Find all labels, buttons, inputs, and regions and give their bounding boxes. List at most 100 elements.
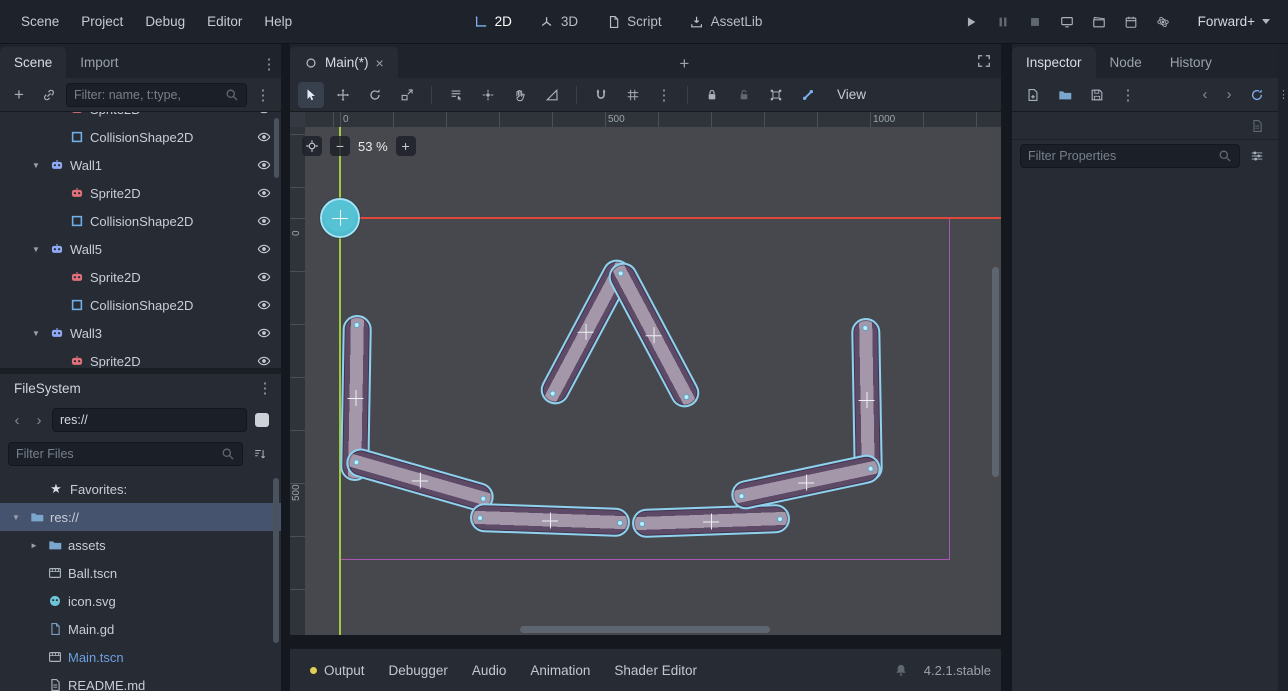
tab-history[interactable]: History	[1156, 47, 1226, 78]
zoom-out-button[interactable]: −	[330, 136, 350, 156]
display-mode-toggle[interactable]	[255, 413, 269, 427]
stop-button[interactable]	[1022, 9, 1048, 35]
collision-handle[interactable]	[867, 465, 874, 472]
filesystem-options-menu[interactable]: ⋮	[253, 374, 277, 402]
scene-node-CollisionShape2D[interactable]: CollisionShape2D	[0, 207, 281, 235]
scene-tree-scrollbar[interactable]	[274, 118, 279, 178]
filesystem-scrollbar[interactable]	[273, 478, 279, 643]
collision-handle[interactable]	[354, 322, 360, 328]
file-sort-button[interactable]	[247, 441, 273, 467]
wall-node-6[interactable]	[470, 503, 631, 538]
property-filter-input[interactable]	[1028, 149, 1218, 163]
horizontal-scrollbar[interactable]	[305, 626, 991, 633]
scene-node-Sprite2D[interactable]: Sprite2D	[0, 347, 281, 368]
collapse-arrow[interactable]: ▼	[28, 245, 44, 254]
visibility-toggle[interactable]	[253, 130, 275, 144]
visibility-toggle[interactable]	[253, 158, 275, 172]
instantiate-scene-button[interactable]	[36, 82, 62, 108]
workspace-script[interactable]: Script	[596, 9, 672, 34]
collision-handle[interactable]	[480, 494, 487, 501]
collapse-arrow[interactable]: ▼	[28, 161, 44, 170]
scale-tool[interactable]	[394, 82, 420, 108]
visibility-toggle[interactable]	[253, 112, 275, 116]
file-item-Favorites:[interactable]: ★Favorites:	[0, 475, 281, 503]
load-resource-button[interactable]	[1052, 82, 1078, 108]
vscroll-thumb[interactable]	[992, 267, 999, 477]
collision-handle[interactable]	[353, 458, 360, 465]
menu-scene[interactable]: Scene	[10, 9, 70, 34]
workspace-2d[interactable]: 2D	[464, 9, 522, 34]
viewport-canvas[interactable]: 05001000 0500 − 53 % +	[290, 112, 1001, 635]
snap-options-menu[interactable]: ⋮	[652, 81, 676, 109]
resource-options-menu[interactable]: ⋮	[1116, 81, 1140, 109]
nav-back-button[interactable]: ‹	[8, 412, 26, 429]
scene-node-Sprite2D[interactable]: Sprite2D	[0, 179, 281, 207]
smart-snap-toggle[interactable]	[588, 82, 614, 108]
add-node-button[interactable]: +	[6, 82, 32, 108]
scene-tab-main[interactable]: Main(*) ×	[290, 47, 398, 78]
object-history-button[interactable]	[1244, 82, 1270, 108]
tab-node[interactable]: Node	[1096, 47, 1156, 78]
scene-node-Wall3[interactable]: ▼Wall3	[0, 319, 281, 347]
collision-handle[interactable]	[549, 390, 557, 398]
close-icon[interactable]: ×	[376, 55, 384, 71]
rotate-tool[interactable]	[362, 82, 388, 108]
zoom-level[interactable]: 53 %	[358, 139, 388, 154]
file-filter-input[interactable]	[16, 447, 221, 461]
collision-handle[interactable]	[617, 519, 623, 525]
bottom-tab-animation[interactable]: Animation	[520, 657, 600, 684]
move-tool[interactable]	[330, 82, 356, 108]
visibility-toggle[interactable]	[253, 270, 275, 284]
nav-forward-button[interactable]: ›	[30, 412, 48, 429]
visibility-toggle[interactable]	[253, 214, 275, 228]
collision-handle[interactable]	[683, 393, 691, 401]
center-view-button[interactable]	[302, 136, 322, 156]
file-item-README.md[interactable]: README.md	[0, 671, 281, 691]
collapse-arrow[interactable]: ▼	[8, 513, 24, 522]
notifications-button[interactable]	[888, 657, 914, 683]
file-item-Ball.tscn[interactable]: Ball.tscn	[0, 559, 281, 587]
unlock-button[interactable]	[731, 82, 757, 108]
renderer-select[interactable]: Forward+	[1190, 10, 1278, 33]
bottom-tab-debugger[interactable]: Debugger	[379, 657, 458, 684]
scene-node-CollisionShape2D[interactable]: CollisionShape2D	[0, 291, 281, 319]
visibility-toggle[interactable]	[253, 326, 275, 340]
visibility-toggle[interactable]	[253, 298, 275, 312]
vertical-scroll[interactable]	[992, 127, 999, 623]
filter-options-button[interactable]	[1244, 143, 1270, 169]
remote-debug-button[interactable]	[1054, 9, 1080, 35]
scene-tree-menu[interactable]: ⋮	[251, 81, 275, 109]
new-resource-button[interactable]	[1020, 82, 1046, 108]
zoom-in-button[interactable]: +	[396, 136, 416, 156]
pan-tool[interactable]	[507, 82, 533, 108]
play-button[interactable]	[958, 9, 984, 35]
save-resource-button[interactable]	[1084, 82, 1110, 108]
file-item-icon.svg[interactable]: icon.svg	[0, 587, 281, 615]
view-menu[interactable]: View	[827, 83, 876, 106]
collision-handle[interactable]	[617, 269, 625, 277]
workspace-assetlib[interactable]: AssetLib	[680, 9, 773, 34]
collision-handle[interactable]	[777, 515, 783, 521]
skeleton-options-button[interactable]	[795, 82, 821, 108]
history-back-button[interactable]: ‹	[1196, 86, 1214, 103]
scene-node-Wall5[interactable]: ▼Wall5	[0, 235, 281, 263]
workspace-3d[interactable]: 3D	[530, 9, 588, 34]
wall-node-7[interactable]	[632, 504, 791, 538]
hscroll-thumb[interactable]	[520, 626, 770, 633]
menu-help[interactable]: Help	[253, 9, 303, 34]
distraction-free-button[interactable]	[971, 48, 997, 74]
property-docs-button[interactable]	[1244, 113, 1270, 139]
scene-node-Wall1[interactable]: ▼Wall1	[0, 151, 281, 179]
tab-import[interactable]: Import	[66, 47, 132, 78]
file-item-Main.gd[interactable]: Main.gd	[0, 615, 281, 643]
pause-button[interactable]	[990, 9, 1016, 35]
scene-node-CollisionShape2D[interactable]: CollisionShape2D	[0, 123, 281, 151]
collision-handle[interactable]	[738, 492, 745, 499]
menu-debug[interactable]: Debug	[134, 9, 196, 34]
file-item-res://[interactable]: ▼res://	[0, 503, 281, 531]
bottom-tab-audio[interactable]: Audio	[462, 657, 517, 684]
editor-layout-button[interactable]	[1118, 9, 1144, 35]
visibility-toggle[interactable]	[253, 186, 275, 200]
collision-handle[interactable]	[639, 520, 645, 526]
movie-maker-button[interactable]	[1086, 9, 1112, 35]
